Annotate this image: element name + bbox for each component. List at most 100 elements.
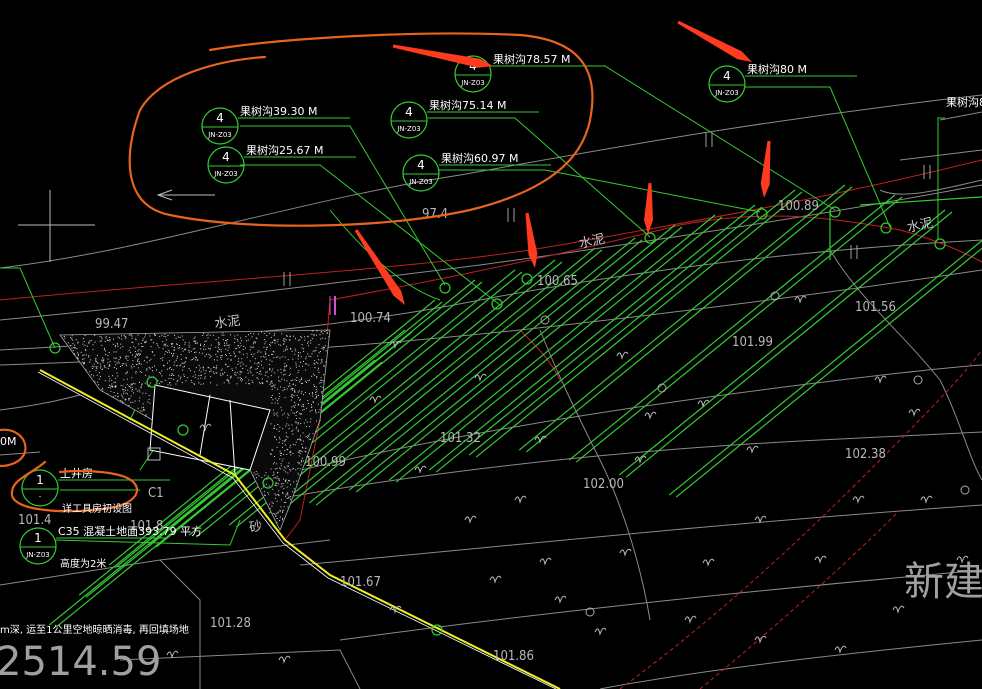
callout-label: 果树沟60.97 M	[441, 151, 518, 165]
hatch-speckle	[272, 399, 274, 401]
hatch-speckle	[107, 362, 109, 364]
hatch-speckle	[289, 446, 291, 448]
hatch-speckle	[326, 333, 328, 335]
hatch-speckle	[285, 479, 287, 481]
hatch-speckle	[133, 392, 135, 394]
hatch-speckle	[286, 465, 288, 467]
hatch-speckle	[306, 421, 308, 423]
hatch-speckle	[92, 344, 94, 346]
hatch-speckle	[145, 374, 146, 376]
hatch-speckle	[299, 379, 301, 381]
hatch-speckle	[223, 345, 225, 347]
hatch-speckle	[257, 378, 259, 380]
hatch-speckle	[279, 357, 281, 359]
hatch-speckle	[269, 382, 271, 384]
hatch-speckle	[163, 344, 165, 346]
hatch-speckle	[239, 347, 241, 348]
hatch-speckle	[77, 342, 79, 344]
hatch-speckle	[274, 456, 275, 457]
hatch-speckle	[269, 503, 271, 505]
hatch-speckle	[260, 373, 262, 375]
hatch-speckle	[298, 455, 300, 457]
callout-reference: JN-Z03	[714, 89, 739, 97]
hatch-speckle	[315, 334, 317, 336]
hatch-speckle	[204, 372, 206, 374]
hatch-speckle	[144, 382, 146, 384]
hatch-speckle	[145, 340, 147, 342]
hatch-speckle	[321, 347, 323, 349]
hatch-speckle	[323, 374, 325, 376]
hatch-speckle	[160, 358, 162, 360]
hatch-speckle	[321, 379, 323, 381]
hatch-speckle	[267, 475, 269, 477]
bottom-note: m深, 运至1公里空地晾晒消毒, 再回填场地	[0, 623, 189, 636]
hatch-speckle	[128, 405, 130, 406]
hatch-speckle	[301, 443, 303, 445]
hatch-speckle	[138, 353, 140, 354]
hatch-speckle	[112, 396, 114, 398]
hatch-speckle	[123, 389, 125, 391]
hatch-speckle	[284, 363, 286, 365]
hatch-speckle	[297, 372, 299, 374]
hatch-speckle	[296, 395, 298, 397]
hatch-speckle	[83, 358, 85, 360]
hatch-speckle	[287, 385, 289, 387]
hatch-speckle	[122, 385, 124, 387]
hatch-speckle	[105, 350, 106, 352]
hatch-speckle	[318, 367, 319, 369]
hatch-speckle	[316, 376, 318, 378]
hatch-speckle	[169, 382, 171, 383]
hatch-speckle	[125, 389, 126, 391]
hatch-speckle	[254, 358, 256, 360]
hatch-speckle	[203, 332, 204, 334]
hatch-speckle	[314, 367, 316, 369]
hatch-speckle	[313, 373, 315, 375]
hatch-speckle	[290, 454, 292, 456]
hatch-speckle	[146, 356, 148, 358]
hatch-speckle	[293, 395, 295, 397]
hatch-speckle	[319, 419, 321, 421]
hatch-speckle	[185, 357, 187, 359]
hatch-speckle	[179, 336, 181, 338]
hatch-speckle	[223, 334, 225, 336]
elevation-label: 100.74	[350, 311, 391, 326]
hatch-speckle	[314, 374, 316, 376]
hatch-speckle	[283, 368, 285, 370]
hatch-speckle	[318, 372, 320, 374]
hatch-speckle	[230, 375, 232, 377]
hatch-speckle	[173, 348, 175, 350]
hatch-speckle	[124, 398, 126, 400]
hatch-speckle	[209, 348, 211, 350]
hatch-speckle	[312, 395, 314, 397]
hatch-speckle	[303, 348, 305, 350]
hatch-speckle	[182, 362, 184, 364]
hatch-speckle	[95, 361, 97, 362]
hatch-speckle	[325, 350, 327, 352]
hatch-speckle	[94, 341, 96, 343]
hatch-speckle	[269, 332, 271, 334]
hatch-speckle	[140, 386, 142, 388]
hatch-speckle	[300, 468, 302, 470]
hatch-speckle	[318, 352, 320, 354]
hatch-speckle	[307, 400, 309, 401]
hatch-speckle	[200, 383, 202, 385]
hatch-speckle	[105, 337, 107, 339]
hatch-speckle	[78, 353, 79, 355]
hatch-speckle	[264, 343, 266, 345]
hatch-speckle	[226, 374, 228, 376]
hatch-speckle	[296, 418, 298, 419]
hatch-speckle	[293, 481, 295, 483]
hatch-speckle	[234, 372, 236, 374]
cad-drawing-canvas[interactable]: 99.47 100.74 100.65 100.89 101.56 101.99…	[0, 0, 982, 689]
hatch-speckle	[167, 362, 168, 364]
hatch-speckle	[315, 410, 317, 412]
hatch-speckle	[237, 334, 239, 336]
hatch-speckle	[198, 382, 200, 384]
hatch-speckle	[290, 388, 292, 390]
hatch-speckle	[121, 395, 123, 397]
hatch-speckle	[299, 352, 301, 354]
hatch-speckle	[314, 350, 316, 352]
hatch-speckle	[300, 439, 302, 441]
hatch-speckle	[219, 373, 221, 375]
hatch-speckle	[271, 385, 273, 387]
